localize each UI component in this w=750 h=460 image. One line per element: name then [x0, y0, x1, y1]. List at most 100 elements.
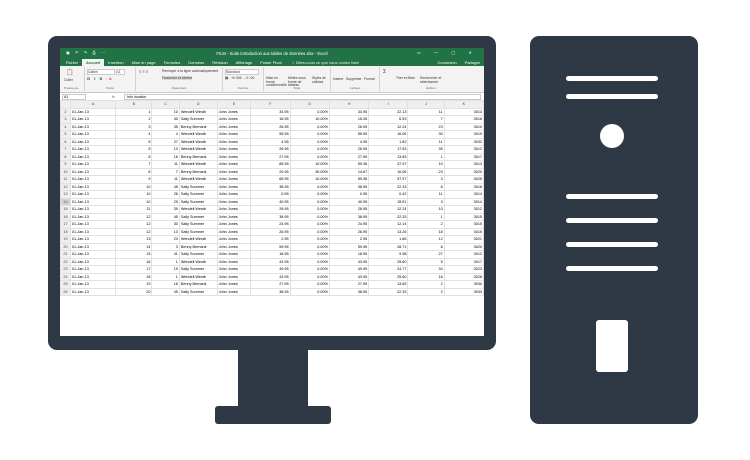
cell[interactable]: 0.00% [289, 220, 330, 229]
column-header[interactable]: A [69, 100, 117, 109]
cell[interactable]: John Jones [216, 272, 252, 281]
tab-insertion[interactable]: Insertion [104, 59, 127, 66]
cell[interactable]: 0.00% [289, 107, 330, 116]
cell[interactable]: 11 [115, 205, 153, 214]
cell[interactable]: 23 [407, 122, 445, 131]
cell[interactable]: 43.95 [328, 272, 370, 281]
cell[interactable]: 0.95 [328, 190, 370, 199]
cell[interactable]: 12.24 [368, 122, 409, 131]
row-header[interactable]: 15 [60, 205, 71, 214]
row-header[interactable]: 11 [60, 175, 71, 184]
cell[interactable]: 3 [115, 122, 153, 131]
cell[interactable]: 38.95 [250, 182, 291, 191]
row-header[interactable]: 14 [60, 197, 71, 206]
cell[interactable]: 3015 [443, 227, 484, 236]
cell[interactable]: 01-Jan-13 [69, 205, 117, 214]
sort-filter-button[interactable]: Trier et filtrer [396, 76, 420, 81]
cell[interactable]: 13 [151, 227, 180, 236]
cell[interactable]: 25.60 [368, 257, 409, 266]
cell[interactable]: 43.95 [328, 257, 370, 266]
cell[interactable]: 38.95 [328, 287, 370, 296]
cell[interactable]: 15.26 [328, 115, 370, 124]
cell[interactable]: 01-Jan-13 [69, 257, 117, 266]
cell[interactable]: 0.00% [289, 205, 330, 214]
cell[interactable]: 0.00% [289, 265, 330, 274]
cell[interactable]: 0.00% [289, 250, 330, 259]
cell[interactable]: 10 [151, 107, 180, 116]
cell[interactable]: 40.95 [328, 197, 370, 206]
row-header[interactable]: 17 [60, 220, 71, 229]
cell[interactable]: John Jones [216, 287, 252, 296]
cell[interactable]: 23 [151, 235, 180, 244]
cell[interactable]: 20.95 [250, 167, 291, 176]
cell[interactable]: 27 [407, 250, 445, 259]
cell[interactable]: 18 [407, 227, 445, 236]
column-header[interactable]: J [407, 100, 445, 109]
row-header[interactable]: 18 [60, 227, 71, 236]
cell[interactable]: 17 [115, 265, 153, 274]
cell[interactable]: 01-Jan-13 [69, 265, 117, 274]
cell[interactable]: 26.95 [328, 122, 370, 131]
cell[interactable]: John Jones [216, 227, 252, 236]
number-format-select[interactable]: Standard [225, 69, 259, 75]
cell[interactable]: 3018 [443, 115, 484, 124]
cell[interactable]: John Jones [216, 175, 252, 184]
cell[interactable]: 10 [407, 205, 445, 214]
cell[interactable]: 15.51 [368, 197, 409, 206]
cell[interactable]: John Jones [216, 160, 252, 169]
cell[interactable]: 1 [407, 212, 445, 221]
cell[interactable]: 6 [407, 182, 445, 191]
row-header[interactable]: 5 [60, 130, 71, 139]
tab-power-pivot[interactable]: Power Pivot [256, 59, 285, 66]
column-header[interactable]: E [216, 100, 252, 109]
cell[interactable]: 30 [407, 130, 445, 139]
column-header[interactable]: H [328, 100, 370, 109]
cell[interactable]: 4.95 [250, 137, 291, 146]
cell[interactable]: 5 [115, 137, 153, 146]
cell[interactable]: 3025 [443, 175, 484, 184]
cell[interactable]: 6.53 [368, 115, 409, 124]
tab-affichage[interactable]: Affichage [232, 59, 257, 66]
cell[interactable]: 3019 [443, 130, 484, 139]
cell[interactable]: 01-Jan-13 [69, 287, 117, 296]
cell[interactable]: 45 [151, 212, 180, 221]
cell[interactable]: 5 [115, 145, 153, 154]
cell[interactable]: 5 [407, 257, 445, 266]
cell[interactable]: John Jones [216, 235, 252, 244]
cell[interactable]: 26.95 [250, 122, 291, 131]
cell[interactable]: 7 [115, 160, 153, 169]
cell[interactable]: 43.95 [250, 272, 291, 281]
cell[interactable]: 7 [407, 115, 445, 124]
row-header[interactable]: 22 [60, 257, 71, 266]
cell[interactable]: 2 [407, 220, 445, 229]
cell[interactable]: 01-Jan-13 [69, 107, 117, 116]
cell[interactable]: 49.95 [328, 265, 370, 274]
tab-fichier[interactable]: Fichier [62, 59, 82, 66]
cell[interactable]: Sally Summer [178, 220, 218, 229]
cell[interactable]: 1 [115, 107, 153, 116]
autosum-icon[interactable]: Σ [383, 69, 386, 75]
cell[interactable]: John Jones [216, 137, 252, 146]
cell[interactable]: 2 [407, 280, 445, 289]
cell[interactable]: 30.00% [289, 167, 330, 176]
cell[interactable]: 3021 [443, 235, 484, 244]
cell[interactable]: 18.95 [328, 250, 370, 259]
cell[interactable]: 27.95 [328, 152, 370, 161]
cell[interactable]: 3 [407, 197, 445, 206]
cell[interactable]: 39 [151, 205, 180, 214]
cell[interactable]: 38.95 [328, 182, 370, 191]
cell[interactable]: 59.36 [328, 160, 370, 169]
column-header[interactable]: I [368, 100, 409, 109]
align-icons[interactable]: ≡ ≡ ≡ [139, 69, 148, 74]
cell[interactable]: 34.95 [250, 107, 291, 116]
cell[interactable]: John Jones [216, 190, 252, 199]
cell[interactable]: 10.00% [289, 175, 330, 184]
share-button[interactable]: Partager [461, 59, 484, 66]
row-header[interactable]: 2 [60, 107, 71, 116]
cell[interactable]: John Jones [216, 265, 252, 274]
font-color-icon[interactable]: A [109, 76, 112, 81]
cell[interactable]: John Jones [216, 122, 252, 131]
cell[interactable]: 0.00% [289, 122, 330, 131]
cell[interactable]: 16 [115, 257, 153, 266]
cell[interactable]: 49.95 [250, 265, 291, 274]
